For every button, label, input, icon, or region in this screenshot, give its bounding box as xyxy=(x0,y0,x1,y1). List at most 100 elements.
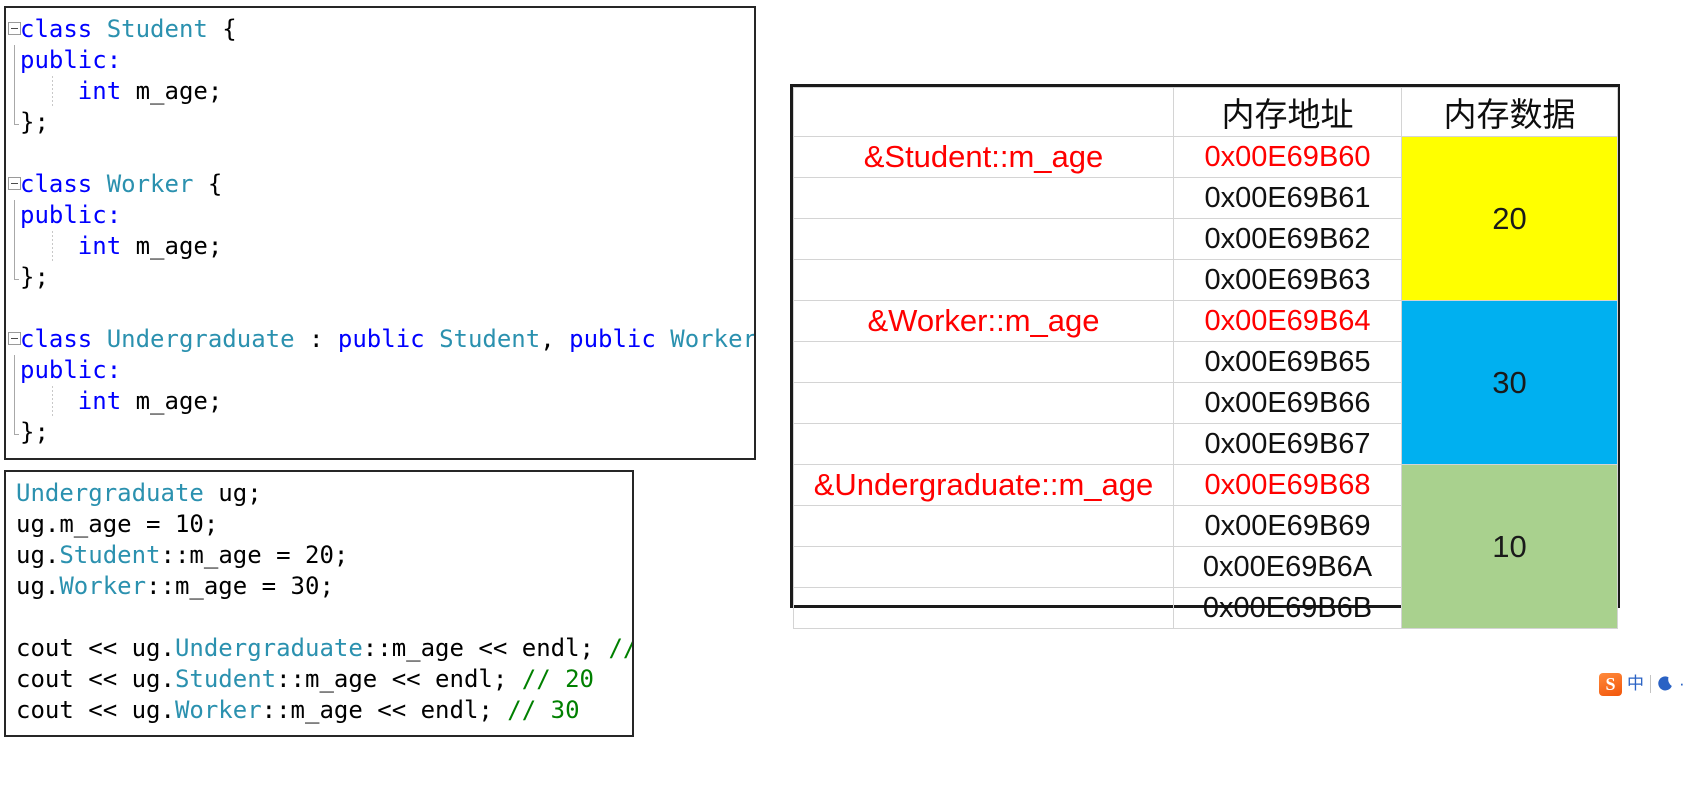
code-token: public: xyxy=(20,46,122,74)
header-memory-address: 内存地址 xyxy=(1173,87,1402,137)
code-token: Undergraduate xyxy=(174,634,363,662)
fold-guide-line xyxy=(14,355,15,386)
code-token: Undergraduate xyxy=(16,479,204,507)
cell-memory-data: 10 xyxy=(1401,464,1618,629)
cell-memory-data: 20 xyxy=(1401,136,1618,301)
code-token: }; xyxy=(20,263,49,291)
fold-guide-line xyxy=(14,386,15,417)
code-token: ::m_age = 20; xyxy=(160,541,349,569)
indent-guide xyxy=(52,386,53,417)
cell-pointer-label xyxy=(793,587,1174,629)
code-token: ::m_age << endl; xyxy=(276,665,522,693)
code-editor-class-definitions[interactable]: class Student {public: int m_age;}; class… xyxy=(4,6,756,460)
collapse-toggle-icon[interactable] xyxy=(8,332,21,345)
code-token: public: xyxy=(20,201,122,229)
code-line: ug.Worker::m_age = 30; xyxy=(6,571,632,602)
code-line: ug.m_age = 10; xyxy=(6,509,632,540)
collapse-toggle-icon[interactable] xyxy=(8,22,21,35)
cell-memory-address: 0x00E69B6B xyxy=(1173,587,1402,629)
code-token: public xyxy=(569,325,671,353)
code-token: Worker xyxy=(106,170,194,198)
code-line: class Worker { xyxy=(6,169,754,200)
code-token: m_age; xyxy=(121,232,223,260)
code-token: ::m_age << endl; xyxy=(362,634,609,662)
code-token: Student xyxy=(106,15,208,43)
code-token: public xyxy=(337,325,440,353)
code-token: class xyxy=(20,325,107,353)
memory-table-head: 内存地址 内存数据 xyxy=(793,87,1618,137)
cell-memory-address: 0x00E69B69 xyxy=(1173,505,1402,547)
code-token: Student xyxy=(439,325,541,353)
cell-pointer-label xyxy=(793,505,1174,547)
code-token: class xyxy=(20,15,107,43)
fold-guide-line xyxy=(14,262,19,280)
cell-pointer-label xyxy=(793,218,1174,260)
code-token: { xyxy=(193,170,223,198)
code-token: m_age; xyxy=(121,77,223,105)
code-line: cout << ug.Worker::m_age << endl; // 30 xyxy=(6,695,632,726)
table-header-row: 内存地址 内存数据 xyxy=(793,87,1618,137)
cell-memory-address: 0x00E69B61 xyxy=(1173,177,1402,219)
code-token: ug. xyxy=(16,572,60,600)
code-line: class Undergraduate : public Student, pu… xyxy=(6,324,754,355)
code-line: cout << ug.Undergraduate::m_age << endl;… xyxy=(6,633,632,664)
code-token: ug; xyxy=(203,479,262,507)
code-line: int m_age; xyxy=(6,386,754,417)
code-token: int xyxy=(77,232,122,260)
ime-status-tray[interactable]: S 中 · xyxy=(1599,671,1685,697)
cell-memory-address: 0x00E69B66 xyxy=(1173,382,1402,424)
code-token: Worker xyxy=(59,572,147,600)
code-lines-usage: Undergraduate ug; ug.m_age = 10; ug.Studen… xyxy=(6,472,632,726)
table-row: &Student::m_age 0x00E69B60 20 xyxy=(793,136,1618,301)
code-token: , xyxy=(540,325,570,353)
cell-pointer-label: &Undergraduate::m_age xyxy=(793,464,1174,506)
code-line: public: xyxy=(6,355,754,386)
code-token: Student xyxy=(174,665,277,693)
cell-pointer-label: &Worker::m_age xyxy=(793,300,1174,342)
ime-language-mode[interactable]: 中 xyxy=(1627,675,1644,693)
code-token: ::m_age = 30; xyxy=(146,572,334,600)
code-line: }; xyxy=(6,417,754,448)
cell-memory-address: 0x00E69B63 xyxy=(1173,259,1402,301)
code-editor-usage[interactable]: Undergraduate ug; ug.m_age = 10; ug.Studen… xyxy=(4,470,634,737)
memory-layout-table: 内存地址 内存数据 &Student::m_age 0x00E69B60 20 0x0… xyxy=(790,84,1620,629)
fold-guide-line xyxy=(14,231,15,262)
cell-memory-address: 0x00E69B64 xyxy=(1173,300,1402,342)
cell-pointer-label: &Student::m_age xyxy=(793,136,1174,178)
code-line: cout << ug.Student::m_age << endl; // 20 xyxy=(6,664,632,695)
code-line: int m_age; xyxy=(6,76,754,107)
cell-memory-address: 0x00E69B6A xyxy=(1173,546,1402,588)
code-token: }; xyxy=(20,418,49,446)
sogou-ime-logo-icon[interactable]: S xyxy=(1599,672,1622,696)
fold-guide-line xyxy=(14,107,19,125)
table-row: &Undergraduate::m_age 0x00E69B68 10 xyxy=(793,464,1618,629)
code-line: ug.Student::m_age = 20; xyxy=(6,540,632,571)
code-token: cout << ug. xyxy=(16,665,175,693)
code-token: int xyxy=(77,77,122,105)
code-token: cout << ug. xyxy=(16,634,175,662)
code-token: Worker xyxy=(174,696,262,724)
code-token: int xyxy=(77,387,122,415)
code-token: class xyxy=(20,170,107,198)
code-token: ug.m_age = 10; xyxy=(16,510,219,538)
ime-more-dot[interactable]: · xyxy=(1679,674,1685,694)
code-line: class Student { xyxy=(6,14,754,45)
header-memory-data: 内存数据 xyxy=(1401,87,1618,137)
cell-memory-address: 0x00E69B65 xyxy=(1173,341,1402,383)
cell-pointer-label xyxy=(793,259,1174,301)
code-line: }; xyxy=(6,107,754,138)
cell-pointer-label xyxy=(793,382,1174,424)
memory-table-body: &Student::m_age 0x00E69B60 20 0x00E69B610x0… xyxy=(793,136,1618,629)
code-token: // 10 xyxy=(608,634,632,662)
collapse-toggle-icon[interactable] xyxy=(8,177,21,190)
code-token: cout << ug. xyxy=(16,696,175,724)
cell-pointer-label xyxy=(793,177,1174,219)
fold-guide-line xyxy=(14,45,15,76)
code-token: // 20 xyxy=(521,665,594,693)
fold-guide-line xyxy=(14,76,15,107)
ime-separator xyxy=(1650,675,1651,693)
moon-icon[interactable] xyxy=(1657,676,1673,692)
